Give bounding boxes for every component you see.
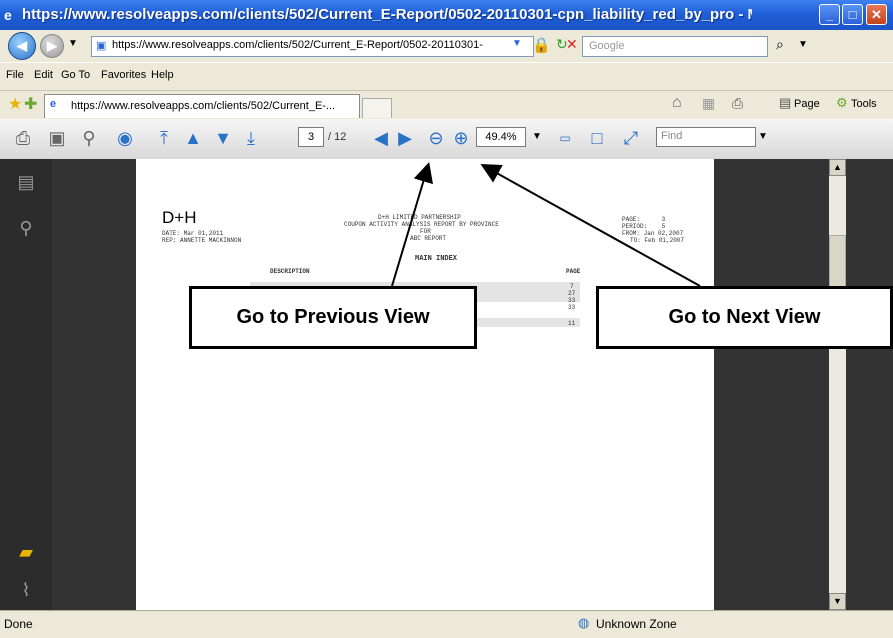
next-view-callout: Go to Next View [596,286,893,349]
security-zone: Unknown Zone [596,617,677,631]
next-view-arrow [480,164,701,287]
previous-view-callout: Go to Previous View [189,286,477,349]
globe-icon: ◍ [578,615,590,630]
status-bar [0,610,893,638]
previous-view-arrow [391,162,433,287]
previous-view-callout-text: Go to Previous View [236,306,430,328]
next-view-callout-text: Go to Next View [668,306,821,328]
status-text: Done [4,617,33,631]
